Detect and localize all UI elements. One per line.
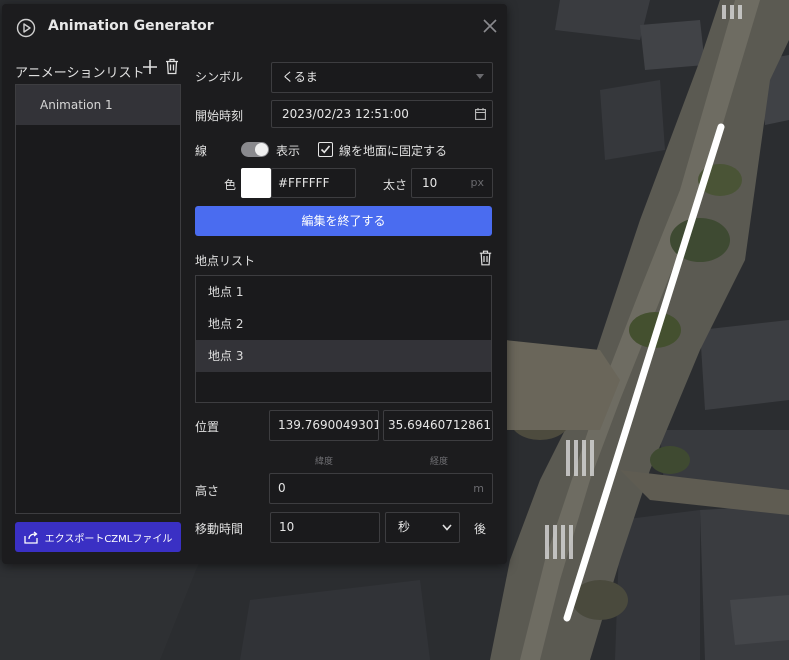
export-button-label: エクスポートCZMLファイル <box>44 533 173 545</box>
travel-time-value: 10 <box>279 520 295 534</box>
width-unit: px <box>470 176 485 189</box>
color-hex-value: #FFFFFF <box>278 176 330 190</box>
export-czml-button[interactable]: エクスポートCZMLファイル <box>15 522 181 552</box>
toggle-knob <box>255 143 268 156</box>
trash-icon[interactable] <box>165 58 179 75</box>
point-list: 地点 1 地点 2 地点 3 <box>195 275 492 403</box>
height-label: 高さ <box>195 484 220 498</box>
width-label: 太さ <box>383 178 408 192</box>
chevron-down-icon <box>476 74 484 79</box>
line-label: 線 <box>195 144 208 158</box>
clamp-to-ground-label: 線を地面に固定する <box>339 144 448 158</box>
latitude-sublabel: 経度 <box>430 457 449 467</box>
width-input[interactable]: 10 px <box>411 168 493 198</box>
show-line-toggle[interactable] <box>241 142 269 157</box>
symbol-select[interactable]: くるま <box>271 62 493 93</box>
clamp-to-ground-checkbox[interactable] <box>318 142 333 157</box>
height-input[interactable]: 0 m <box>269 473 493 504</box>
chevron-down-icon <box>442 524 452 531</box>
point-list-item[interactable]: 地点 2 <box>196 308 491 340</box>
time-unit-select[interactable]: 秒 <box>385 512 460 543</box>
time-unit-value: 秒 <box>398 520 411 534</box>
latitude-input[interactable]: 35.694607128611 <box>383 410 493 441</box>
animation-list: Animation 1 <box>15 84 181 514</box>
color-hex-input[interactable]: #FFFFFF <box>271 168 356 198</box>
animation-list-label: アニメーションリスト <box>15 66 145 81</box>
color-label: 色 <box>224 178 237 192</box>
point-list-label: 地点リスト <box>195 254 256 268</box>
travel-time-label: 移動時間 <box>195 522 244 536</box>
travel-time-suffix: 後 <box>474 522 487 536</box>
color-swatch[interactable] <box>241 168 271 198</box>
point-list-item-selected[interactable]: 地点 3 <box>196 340 491 372</box>
animation-list-item[interactable]: Animation 1 <box>16 85 180 125</box>
symbol-label: シンボル <box>195 70 244 84</box>
point-list-item[interactable]: 地点 1 <box>196 276 491 308</box>
travel-time-input[interactable]: 10 <box>270 512 380 543</box>
finish-editing-button[interactable]: 編集を終了する <box>195 206 492 236</box>
start-time-label: 開始時刻 <box>195 109 244 123</box>
start-time-value: 2023/02/23 12:51:00 <box>282 107 409 121</box>
trash-icon[interactable] <box>479 250 492 266</box>
check-icon <box>320 145 331 154</box>
latitude-value: 35.694607128611 <box>388 418 493 432</box>
height-value: 0 <box>278 481 286 495</box>
play-circle-icon <box>16 18 36 38</box>
add-icon[interactable] <box>142 59 158 75</box>
height-unit: m <box>473 482 484 495</box>
symbol-select-value: くるま <box>282 70 318 84</box>
close-icon[interactable] <box>480 16 500 36</box>
export-icon <box>23 530 38 544</box>
show-label: 表示 <box>276 144 301 158</box>
longitude-sublabel: 緯度 <box>315 457 334 467</box>
longitude-value: 139.76900493016 <box>278 418 379 432</box>
start-time-input[interactable]: 2023/02/23 12:51:00 <box>271 100 493 128</box>
window-title: Animation Generator <box>48 18 214 34</box>
longitude-input[interactable]: 139.76900493016 <box>269 410 379 441</box>
position-label: 位置 <box>195 420 220 434</box>
calendar-icon[interactable] <box>475 108 486 120</box>
width-value: 10 <box>422 176 438 190</box>
